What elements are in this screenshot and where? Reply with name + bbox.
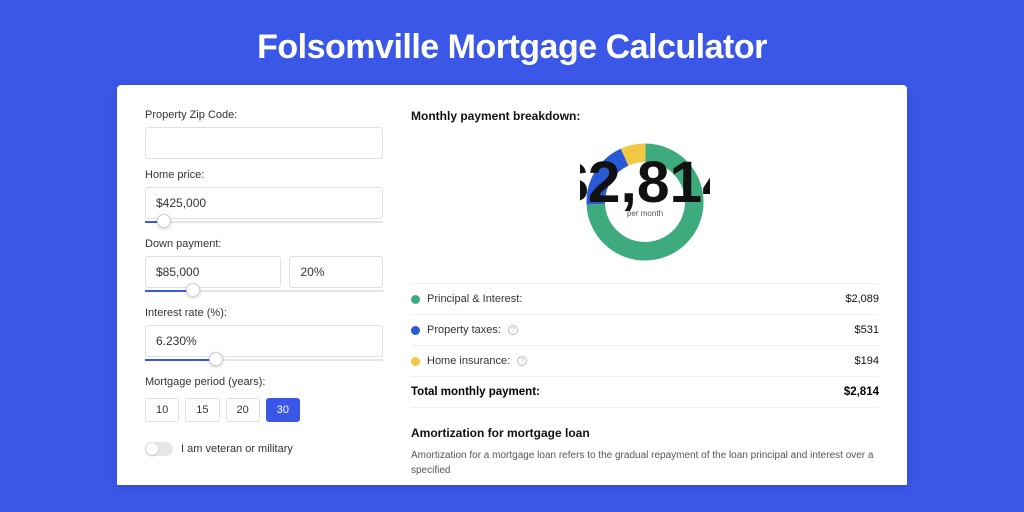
slider-track (145, 221, 383, 223)
breakdown-title: Monthly payment breakdown: (411, 109, 879, 123)
donut-chart: $2,814 per month (411, 137, 879, 267)
legend-insurance: Home insurance: ? $194 (411, 345, 879, 376)
total-value: $2,814 (844, 386, 879, 398)
calculator-card: Property Zip Code: Home price: Down paym… (117, 85, 907, 485)
legend-value: $531 (855, 324, 879, 336)
legend-taxes: Property taxes: ? $531 (411, 314, 879, 345)
dot-icon (411, 326, 420, 335)
home-price-label: Home price: (145, 169, 383, 181)
down-payment-pct-input[interactable] (289, 256, 383, 288)
legend-value: $194 (855, 355, 879, 367)
period-20-button[interactable]: 20 (226, 398, 260, 422)
slider-thumb[interactable] (186, 283, 200, 297)
legend-principal: Principal & Interest: $2,089 (411, 283, 879, 314)
period-30-button[interactable]: 30 (266, 398, 300, 422)
period-10-button[interactable]: 10 (145, 398, 179, 422)
interest-rate-input[interactable] (145, 325, 383, 357)
slider-thumb[interactable] (209, 352, 223, 366)
breakdown-panel: Monthly payment breakdown: $2,814 per mo… (411, 109, 879, 461)
total-row: Total monthly payment: $2,814 (411, 376, 879, 408)
amortization-title: Amortization for mortgage loan (411, 426, 879, 440)
interest-rate-label: Interest rate (%): (145, 307, 383, 319)
home-price-input[interactable] (145, 187, 383, 219)
slider-fill (145, 359, 216, 361)
period-buttons: 10 15 20 30 (145, 398, 383, 422)
veteran-toggle[interactable] (145, 442, 173, 456)
info-icon[interactable]: ? (517, 356, 527, 366)
period-15-button[interactable]: 15 (185, 398, 219, 422)
amortization-text: Amortization for a mortgage loan refers … (411, 448, 879, 478)
period-label: Mortgage period (years): (145, 376, 383, 388)
dot-icon (411, 357, 420, 366)
interest-rate-slider[interactable] (145, 356, 383, 366)
page-title: Folsomville Mortgage Calculator (0, 0, 1024, 85)
legend-value: $2,089 (845, 293, 879, 305)
donut-center-value: $2,814 (580, 150, 710, 215)
zip-label: Property Zip Code: (145, 109, 383, 121)
home-price-slider[interactable] (145, 218, 383, 228)
donut-center-sub: per month (627, 209, 663, 218)
legend-label: Home insurance: (427, 355, 510, 367)
toggle-knob (146, 443, 158, 455)
down-payment-slider[interactable] (145, 287, 383, 297)
down-payment-input[interactable] (145, 256, 281, 288)
legend-label: Principal & Interest: (427, 293, 522, 305)
legend-label: Property taxes: (427, 324, 501, 336)
veteran-label: I am veteran or military (181, 443, 293, 455)
down-payment-label: Down payment: (145, 238, 383, 250)
info-icon[interactable]: ? (508, 325, 518, 335)
slider-thumb[interactable] (157, 214, 171, 228)
zip-input[interactable] (145, 127, 383, 159)
dot-icon (411, 295, 420, 304)
total-label: Total monthly payment: (411, 386, 540, 398)
inputs-panel: Property Zip Code: Home price: Down paym… (145, 109, 383, 461)
